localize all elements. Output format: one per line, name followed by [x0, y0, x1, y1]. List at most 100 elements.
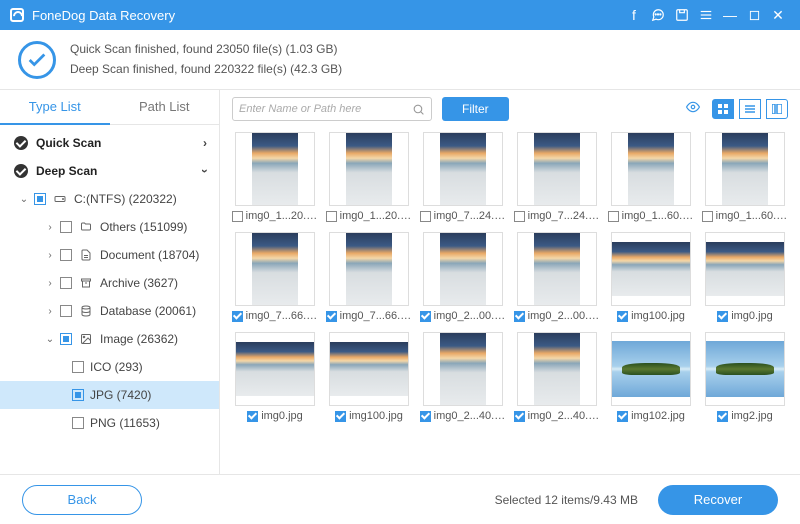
file-label: img0_2...00.jpg [514, 310, 600, 322]
filter-button[interactable]: Filter [442, 97, 509, 121]
recover-button[interactable]: Recover [658, 485, 778, 515]
file-name: img0_7...66.jpg [340, 310, 412, 322]
file-item[interactable]: img0_1...20.jpg [232, 132, 318, 222]
file-checkbox[interactable] [702, 211, 713, 222]
checkbox[interactable] [60, 249, 72, 261]
thumbnail [517, 132, 597, 206]
file-item[interactable]: img100.jpg [326, 332, 412, 422]
file-checkbox[interactable] [514, 311, 525, 322]
file-checkbox[interactable] [326, 311, 337, 322]
tree-image[interactable]: ⌄Image (26362) [0, 325, 219, 353]
tree-archive[interactable]: ›Archive (3627) [0, 269, 219, 297]
file-label: img0_2...40.jpg [514, 410, 600, 422]
file-label: img0_2...40.jpg [420, 410, 506, 422]
caret-right-icon: › [44, 306, 56, 317]
search-input[interactable] [239, 103, 412, 115]
file-checkbox[interactable] [326, 211, 337, 222]
tree-others[interactable]: ›Others (151099) [0, 213, 219, 241]
file-item[interactable]: img0_2...00.jpg [514, 232, 600, 322]
view-list-button[interactable] [739, 99, 761, 119]
checkbox[interactable] [72, 417, 84, 429]
view-detail-button[interactable] [766, 99, 788, 119]
checkbox[interactable] [60, 277, 72, 289]
check-complete-icon [18, 41, 56, 79]
toolbar: Filter [220, 90, 800, 128]
tree-png[interactable]: PNG (11653) [0, 409, 219, 437]
file-item[interactable]: img0_1...20.jpg [326, 132, 412, 222]
file-label: img0_1...20.jpg [326, 210, 412, 222]
checkbox[interactable] [72, 361, 84, 373]
file-checkbox[interactable] [617, 311, 628, 322]
file-checkbox[interactable] [420, 211, 431, 222]
file-item[interactable]: img0.jpg [232, 332, 318, 422]
menu-icon[interactable] [694, 3, 718, 27]
file-checkbox[interactable] [420, 311, 431, 322]
tree-ico[interactable]: ICO (293) [0, 353, 219, 381]
tree-document[interactable]: ›Document (18704) [0, 241, 219, 269]
file-label: img100.jpg [617, 310, 685, 322]
file-item[interactable]: img0_1...60.jpg [702, 132, 788, 222]
file-item[interactable]: img0_2...40.jpg [514, 332, 600, 422]
preview-icon[interactable] [684, 100, 702, 119]
file-checkbox[interactable] [247, 411, 258, 422]
thumbnail [423, 132, 503, 206]
file-checkbox[interactable] [514, 211, 525, 222]
file-checkbox[interactable] [717, 311, 728, 322]
file-checkbox[interactable] [514, 411, 525, 422]
thumbnail [423, 232, 503, 306]
feedback-icon[interactable] [646, 3, 670, 27]
close-icon[interactable]: ✕ [766, 3, 790, 27]
tab-type-list[interactable]: Type List [0, 90, 110, 125]
file-item[interactable]: img0_7...24.jpg [420, 132, 506, 222]
thumbnail [235, 132, 315, 206]
checkbox-partial[interactable] [34, 193, 46, 205]
minimize-icon[interactable]: — [718, 3, 742, 27]
view-grid-button[interactable] [712, 99, 734, 119]
file-checkbox[interactable] [617, 411, 628, 422]
tree-deep-scan[interactable]: Deep Scan› [0, 157, 219, 185]
file-item[interactable]: img2.jpg [702, 332, 788, 422]
thumbnail [235, 232, 315, 306]
save-icon[interactable] [670, 3, 694, 27]
file-checkbox[interactable] [608, 211, 619, 222]
maximize-icon[interactable] [742, 3, 766, 27]
file-label: img0_2...00.jpg [420, 310, 506, 322]
tree-quick-scan[interactable]: Quick Scan› [0, 129, 219, 157]
back-button[interactable]: Back [22, 485, 142, 515]
file-item[interactable]: img102.jpg [608, 332, 694, 422]
file-label: img0.jpg [247, 410, 303, 422]
scan-status: Quick Scan finished, found 23050 file(s)… [0, 30, 800, 90]
file-label: img0_1...20.jpg [232, 210, 318, 222]
tree-jpg[interactable]: JPG (7420) [0, 381, 219, 409]
facebook-icon[interactable]: f [622, 3, 646, 27]
search-box[interactable] [232, 97, 432, 121]
tree-database[interactable]: ›Database (20061) [0, 297, 219, 325]
file-label: img0.jpg [717, 310, 773, 322]
file-name: img0_2...40.jpg [528, 410, 600, 422]
file-item[interactable]: img0.jpg [702, 232, 788, 322]
file-item[interactable]: img0_2...40.jpg [420, 332, 506, 422]
file-item[interactable]: img0_1...60.jpg [608, 132, 694, 222]
file-item[interactable]: img0_7...66.jpg [326, 232, 412, 322]
checkbox[interactable] [60, 221, 72, 233]
file-item[interactable]: img0_7...66.jpg [232, 232, 318, 322]
checkbox-partial[interactable] [72, 389, 84, 401]
tree-drive-c[interactable]: ⌄C:(NTFS) (220322) [0, 185, 219, 213]
file-checkbox[interactable] [232, 211, 243, 222]
tab-path-list[interactable]: Path List [110, 90, 220, 124]
checkbox[interactable] [60, 305, 72, 317]
file-item[interactable]: img0_2...00.jpg [420, 232, 506, 322]
thumbnail [705, 232, 785, 306]
checkbox-partial[interactable] [60, 333, 72, 345]
app-title: FoneDog Data Recovery [32, 8, 175, 23]
file-checkbox[interactable] [420, 411, 431, 422]
folder-icon [78, 220, 94, 234]
file-checkbox[interactable] [717, 411, 728, 422]
file-checkbox[interactable] [232, 311, 243, 322]
thumbnail [705, 332, 785, 406]
file-item[interactable]: img0_7...24.jpg [514, 132, 600, 222]
file-checkbox[interactable] [335, 411, 346, 422]
file-item[interactable]: img100.jpg [608, 232, 694, 322]
image-icon [78, 332, 94, 346]
file-name: img0_7...24.jpg [434, 210, 506, 222]
